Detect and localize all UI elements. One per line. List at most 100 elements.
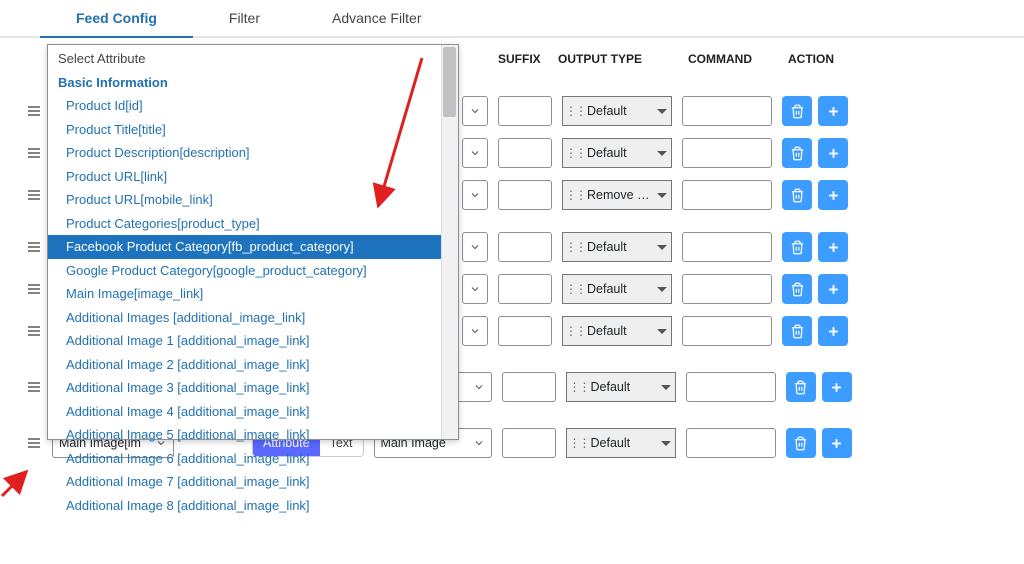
config-tabs: Feed Config Filter Advance Filter	[0, 0, 1024, 38]
delete-button[interactable]	[782, 232, 812, 262]
value-select[interactable]	[462, 138, 488, 168]
value-select[interactable]: c	[462, 316, 488, 346]
suffix-input[interactable]	[498, 232, 552, 262]
drag-handle-icon[interactable]	[24, 145, 44, 161]
delete-button[interactable]	[782, 316, 812, 346]
drag-dots-icon: ⋮⋮	[565, 146, 585, 160]
col-command: COMMAND	[688, 52, 788, 66]
dropdown-option[interactable]: Product Description[description]	[48, 141, 458, 165]
drag-handle-icon[interactable]	[24, 239, 44, 255]
suffix-input[interactable]	[498, 180, 552, 210]
dropdown-option[interactable]: Additional Image 2 [additional_image_lin…	[48, 353, 458, 377]
command-input[interactable]	[686, 372, 776, 402]
dropdown-option[interactable]: Additional Image 7 [additional_image_lin…	[48, 470, 458, 494]
chevron-down-icon	[661, 441, 671, 446]
chevron-down-icon	[657, 109, 667, 114]
value-select[interactable]	[462, 96, 488, 126]
command-input[interactable]	[682, 232, 772, 262]
add-button[interactable]	[818, 316, 848, 346]
delete-button[interactable]	[782, 138, 812, 168]
dropdown-option[interactable]: Facebook Product Category[fb_product_cat…	[48, 235, 458, 259]
output-type-select[interactable]: ⋮⋮ Default	[566, 372, 676, 402]
dropdown-option[interactable]: Additional Image 1 [additional_image_lin…	[48, 329, 458, 353]
output-type-select[interactable]: ⋮⋮ Default	[562, 96, 672, 126]
add-button[interactable]	[822, 372, 852, 402]
dropdown-option[interactable]: Additional Image 8 [additional_image_lin…	[48, 494, 458, 518]
delete-button[interactable]	[786, 372, 816, 402]
annotation-arrow-small	[0, 470, 28, 500]
dropdown-option[interactable]: Product Categories[product_type]	[48, 212, 458, 236]
add-button[interactable]	[818, 274, 848, 304]
chevron-down-icon	[657, 287, 667, 292]
add-button[interactable]	[818, 232, 848, 262]
suffix-input[interactable]	[502, 428, 556, 458]
tab-filter[interactable]: Filter	[193, 0, 296, 36]
attribute-dropdown[interactable]: Select AttributeBasic InformationProduct…	[47, 44, 459, 440]
drag-dots-icon: ⋮⋮	[565, 188, 585, 202]
dropdown-option[interactable]: Additional Image 3 [additional_image_lin…	[48, 376, 458, 400]
drag-dots-icon: ⋮⋮	[565, 240, 585, 254]
output-type-select[interactable]: ⋮⋮ Default	[562, 138, 672, 168]
dropdown-option[interactable]: Product Title[title]	[48, 118, 458, 142]
command-input[interactable]	[682, 96, 772, 126]
delete-button[interactable]	[786, 428, 816, 458]
chevron-down-icon	[661, 385, 671, 390]
dropdown-option[interactable]: Product URL[mobile_link]	[48, 188, 458, 212]
delete-button[interactable]	[782, 180, 812, 210]
suffix-input[interactable]	[502, 372, 556, 402]
output-type-select[interactable]: ⋮⋮ Default	[562, 232, 672, 262]
dropdown-option[interactable]: Main Image[image_link]	[48, 282, 458, 306]
add-button[interactable]	[818, 138, 848, 168]
dropdown-scrollbar-thumb[interactable]	[443, 47, 456, 117]
chevron-down-icon	[657, 193, 667, 198]
drag-dots-icon: ⋮⋮	[565, 282, 585, 296]
suffix-input[interactable]	[498, 274, 552, 304]
add-button[interactable]	[818, 96, 848, 126]
dropdown-group-header: Basic Information	[48, 71, 458, 95]
command-input[interactable]	[682, 274, 772, 304]
output-type-select[interactable]: ⋮⋮ Default	[566, 428, 676, 458]
value-select[interactable]: u	[462, 232, 488, 262]
delete-button[interactable]	[782, 274, 812, 304]
dropdown-placeholder: Select Attribute	[48, 47, 458, 71]
delete-button[interactable]	[782, 96, 812, 126]
dropdown-option[interactable]: Product URL[link]	[48, 165, 458, 189]
tab-feed-config[interactable]: Feed Config	[40, 0, 193, 38]
drag-dots-icon: ⋮⋮	[565, 104, 585, 118]
command-input[interactable]	[682, 316, 772, 346]
add-button[interactable]	[822, 428, 852, 458]
chevron-down-icon	[657, 151, 667, 156]
add-button[interactable]	[818, 180, 848, 210]
command-input[interactable]	[682, 138, 772, 168]
drag-dots-icon: ⋮⋮	[565, 324, 585, 338]
dropdown-option[interactable]: Additional Image 4 [additional_image_lin…	[48, 400, 458, 424]
drag-handle-icon[interactable]	[24, 187, 44, 203]
suffix-input[interactable]	[498, 96, 552, 126]
suffix-input[interactable]	[498, 316, 552, 346]
dropdown-option[interactable]: Product Id[id]	[48, 94, 458, 118]
output-type-select[interactable]: ⋮⋮ Default	[562, 316, 672, 346]
dropdown-option[interactable]: Google Product Category[google_product_c…	[48, 259, 458, 283]
dropdown-option[interactable]: Additional Images [additional_image_link…	[48, 306, 458, 330]
command-input[interactable]	[682, 180, 772, 210]
col-action: ACTION	[788, 52, 868, 66]
output-type-select[interactable]: ⋮⋮ Remove Sh…	[562, 180, 672, 210]
drag-handle-icon[interactable]	[24, 103, 44, 119]
dropdown-scrollbar[interactable]	[441, 45, 458, 439]
value-select[interactable]	[462, 274, 488, 304]
drag-dots-icon: ⋮⋮	[569, 380, 589, 394]
command-input[interactable]	[686, 428, 776, 458]
tab-advance-filter[interactable]: Advance Filter	[296, 0, 457, 36]
suffix-input[interactable]	[498, 138, 552, 168]
drag-handle-icon[interactable]	[24, 379, 44, 395]
dropdown-option[interactable]: Additional Image 5 [additional_image_lin…	[48, 423, 458, 447]
drag-dots-icon: ⋮⋮	[569, 436, 589, 450]
drag-handle-icon[interactable]	[24, 323, 44, 339]
col-suffix: SUFFIX	[498, 52, 558, 66]
output-type-select[interactable]: ⋮⋮ Default	[562, 274, 672, 304]
chevron-down-icon	[657, 329, 667, 334]
dropdown-option[interactable]: Additional Image 6 [additional_image_lin…	[48, 447, 458, 471]
value-select[interactable]: g	[462, 180, 488, 210]
drag-handle-icon[interactable]	[24, 281, 44, 297]
drag-handle-icon[interactable]	[24, 435, 44, 451]
